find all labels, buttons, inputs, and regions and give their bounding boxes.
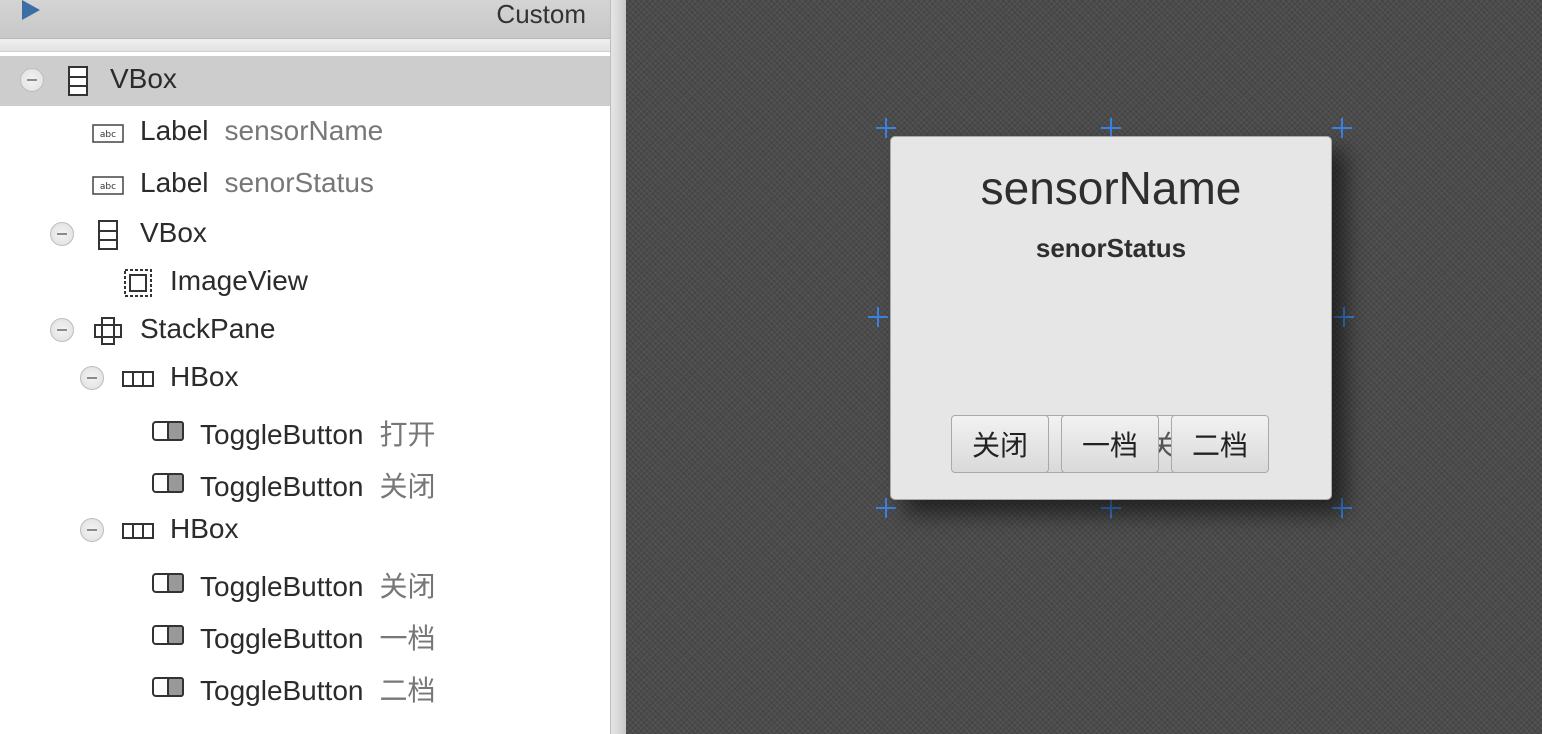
tree-node-label: ImageView [170,265,309,296]
togglebutton-icon [152,625,184,645]
preview-vbox[interactable]: sensorName senorStatus 打开 关闭 关闭 一档 二档 [890,136,1332,500]
tree-row-togglebutton[interactable]: ToggleButton 二档 [0,662,610,712]
collapse-icon[interactable] [80,366,104,390]
tree-row-togglebutton[interactable]: ToggleButton 一档 [0,610,610,660]
imageview-icon [124,269,152,297]
svg-text:abc: abc [100,130,116,140]
tree-row-hbox[interactable]: HBox [0,354,610,404]
tree-node-label: ToggleButton 关闭 [200,571,436,602]
tree-node-label: Label sensorName [140,115,384,146]
label-icon: abc [92,124,124,143]
tree-node-label: ToggleButton 打开 [200,419,436,450]
selection-handle[interactable] [1332,498,1352,518]
togglebutton-icon [152,573,184,593]
tree-row-stackpane[interactable]: StackPane [0,306,610,356]
togglebutton-icon [152,473,184,493]
tree-row-togglebutton[interactable]: ToggleButton 关闭 [0,558,610,608]
tree-row-hbox[interactable]: HBox [0,506,610,556]
collapse-icon[interactable] [50,318,74,342]
selection-handle[interactable] [1101,118,1121,138]
tree-row-togglebutton[interactable]: ToggleButton 关闭 [0,458,610,508]
panel-header[interactable]: Custom [0,0,610,39]
vbox-icon [98,220,118,250]
tree-node-label: VBox [110,63,177,94]
selection-handle[interactable] [876,118,896,138]
label-icon: abc [92,176,124,195]
svg-text:abc: abc [100,182,116,192]
header-separator [0,39,610,52]
hierarchy-panel: Custom VBox abc Label sensorName abc Lab… [0,0,610,734]
hbox-icon [122,371,154,387]
selection-handle[interactable] [1334,307,1354,327]
panel-splitter[interactable] [610,0,627,734]
tree-node-label: StackPane [140,313,276,344]
collapse-icon[interactable] [20,68,44,92]
expand-arrow-icon[interactable] [22,0,40,20]
collapse-icon[interactable] [80,518,104,542]
tree-row-vbox[interactable]: VBox [0,210,610,260]
tree-node-label: VBox [140,217,207,248]
selection-handle[interactable] [868,307,888,327]
tree-node-label: HBox [170,513,239,544]
sensor-status-label[interactable]: senorStatus [891,233,1331,264]
tree-node-label: ToggleButton 关闭 [200,471,436,502]
selection-handle[interactable] [1332,118,1352,138]
vbox-icon [68,66,88,96]
hbox-icon [122,523,154,539]
tree-row-vbox-root[interactable]: VBox [0,56,610,106]
toggle-button-level-1[interactable]: 一档 [1061,415,1159,473]
tree-row-togglebutton[interactable]: ToggleButton 打开 [0,406,610,456]
tree-row-label-sensorname[interactable]: abc Label sensorName [0,108,610,158]
togglebutton-icon [152,677,184,697]
design-canvas[interactable]: sensorName senorStatus 打开 关闭 关闭 一档 二档 [626,0,1542,734]
togglebutton-icon [152,421,184,441]
sensor-name-label[interactable]: sensorName [891,161,1331,215]
toggle-button-level-2[interactable]: 二档 [1171,415,1269,473]
tree-node-label: ToggleButton 一档 [200,623,436,654]
toggle-button-close[interactable]: 关闭 [951,415,1049,473]
selection-handle[interactable] [1101,498,1121,518]
panel-header-title: Custom [496,0,586,29]
collapse-icon[interactable] [50,222,74,246]
tree-row-imageview[interactable]: ImageView [0,258,610,308]
stackpane-icon [94,317,122,345]
tree-node-label: Label senorStatus [140,167,374,198]
tree-node-label: ToggleButton 二档 [200,675,436,706]
tree-node-label: HBox [170,361,239,392]
tree-row-label-senorstatus[interactable]: abc Label senorStatus [0,160,610,210]
selection-handle[interactable] [876,498,896,518]
